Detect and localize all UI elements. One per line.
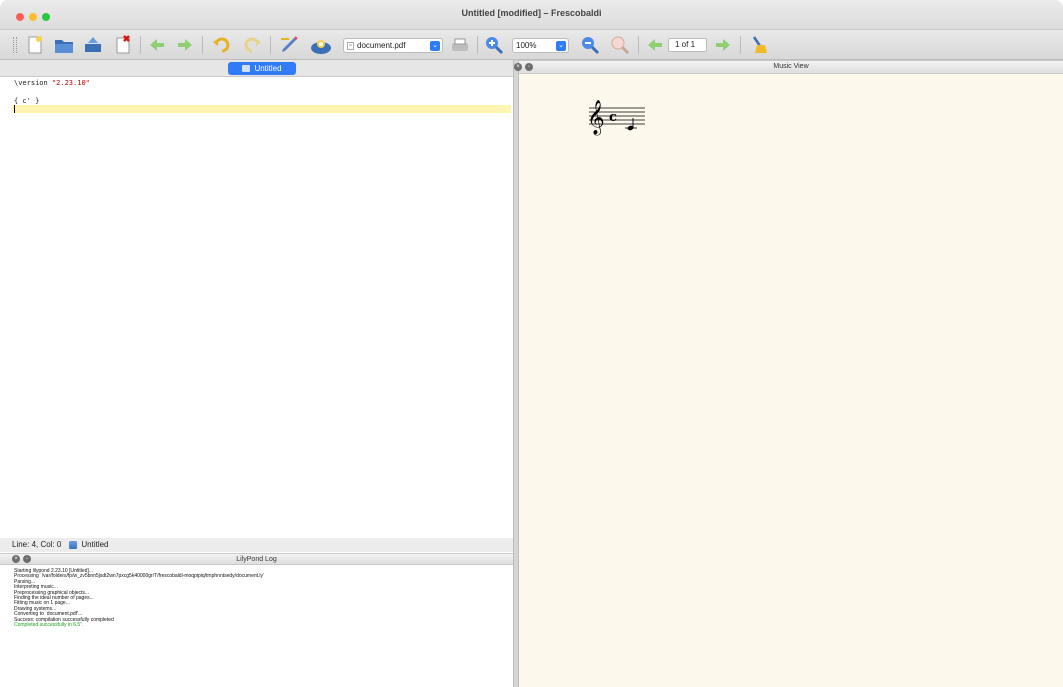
chevron-down-icon: ⌄ [430,41,440,51]
engrave-icon [311,40,331,54]
undo-button[interactable] [210,34,232,56]
next-document-button[interactable] [174,34,196,56]
main-toolbar: × document.pdf ⌄ 100% ⌄ 1 of 1 [0,30,1063,60]
status-bar: Line: 4, Col: 0 Untitled [0,538,513,552]
save-icon [85,37,101,52]
status-document-name: Untitled [81,540,109,549]
treble-clef-icon: 𝄞 [587,100,605,136]
broom-icon [752,36,767,53]
open-document-button[interactable] [52,34,76,56]
cursor-position: Line: 4, Col: 0 [12,540,62,549]
edit-in-place-button[interactable] [278,34,302,56]
zoom-out-button[interactable] [578,34,602,56]
editor-line-1: \version "2.23.10" [14,79,90,87]
common-time-icon: c [609,110,617,125]
toolbar-separator [202,36,203,54]
engrave-button[interactable] [308,34,334,56]
open-folder-icon [55,40,73,53]
new-file-icon [28,36,42,54]
tab-label: Untitled [254,64,282,73]
version-command: \version [14,79,52,87]
arrow-left-icon [150,39,164,51]
text-caret [14,105,15,113]
title-bar: Untitled [modified] – Frescobaldi [0,0,1063,30]
zoom-out-icon [582,37,600,55]
arrow-right-icon [716,39,730,51]
editor-tab-bar: Untitled [0,60,513,77]
chevron-down-icon: ⌄ [556,41,566,51]
next-page-button[interactable] [712,34,734,56]
print-button[interactable] [449,34,471,56]
toolbar-separator [638,36,639,54]
close-file-icon [116,35,130,54]
log-panel-title: LilyPond Log [236,556,277,563]
close-document-button[interactable] [112,34,134,56]
zoom-select[interactable]: 100% ⌄ [512,38,569,53]
version-string: "2.23.10" [51,79,90,87]
toolbar-separator [140,36,141,54]
zoom-in-icon [486,37,504,55]
window-title: Untitled [modified] – Frescobaldi [461,8,602,18]
close-panel-icon[interactable]: × [514,63,522,71]
previous-page-button[interactable] [644,34,666,56]
clear-log-button[interactable] [748,34,770,56]
tab-untitled[interactable]: Untitled [228,62,296,75]
previous-document-button[interactable] [146,34,168,56]
music-view-title: Music View [773,63,809,70]
music-score: 𝄞 c [587,100,645,136]
document-select[interactable]: × document.pdf ⌄ [343,38,443,53]
page-number-field[interactable]: 1 of 1 [668,38,707,52]
arrow-left-icon [648,39,662,51]
undo-icon [213,37,230,53]
zoom-select-value: 100% [516,41,537,50]
redo-icon [244,37,261,53]
log-success-line: Completed successfully in 6.5". [14,622,84,629]
music-view-header: × ◦ Music View [514,60,1063,74]
zoom-in-button[interactable] [482,34,506,56]
music-view[interactable]: 𝄞 c [519,74,1063,687]
pdf-file-icon: × [347,41,354,50]
save-document-button[interactable] [82,34,104,56]
pencil-icon [281,36,298,52]
document-icon [69,541,78,549]
printer-icon [452,38,468,51]
document-select-value: document.pdf [357,41,406,50]
new-document-button[interactable] [24,34,46,56]
toolbar-separator [270,36,271,54]
log-panel-header: × ◦ LilyPond Log [0,553,513,565]
toolbar-grip[interactable] [13,37,17,53]
zoom-reset-icon [611,36,630,55]
redo-button[interactable] [242,34,264,56]
source-editor[interactable]: \version "2.23.10" { c' } [0,77,513,538]
close-panel-icon[interactable]: × [12,555,20,563]
toolbar-separator [477,36,478,54]
current-line-highlight [12,105,511,113]
lilypond-file-icon [242,65,251,72]
arrow-right-icon [178,39,192,51]
editor-line-3: { c' } [14,97,40,105]
float-panel-icon[interactable]: ◦ [23,555,31,563]
toolbar-separator [740,36,741,54]
float-panel-icon[interactable]: ◦ [525,63,533,71]
zoom-original-button[interactable] [608,34,632,56]
lilypond-log: Starting lilypond 2.23.10 [Untitled]... … [0,566,513,687]
